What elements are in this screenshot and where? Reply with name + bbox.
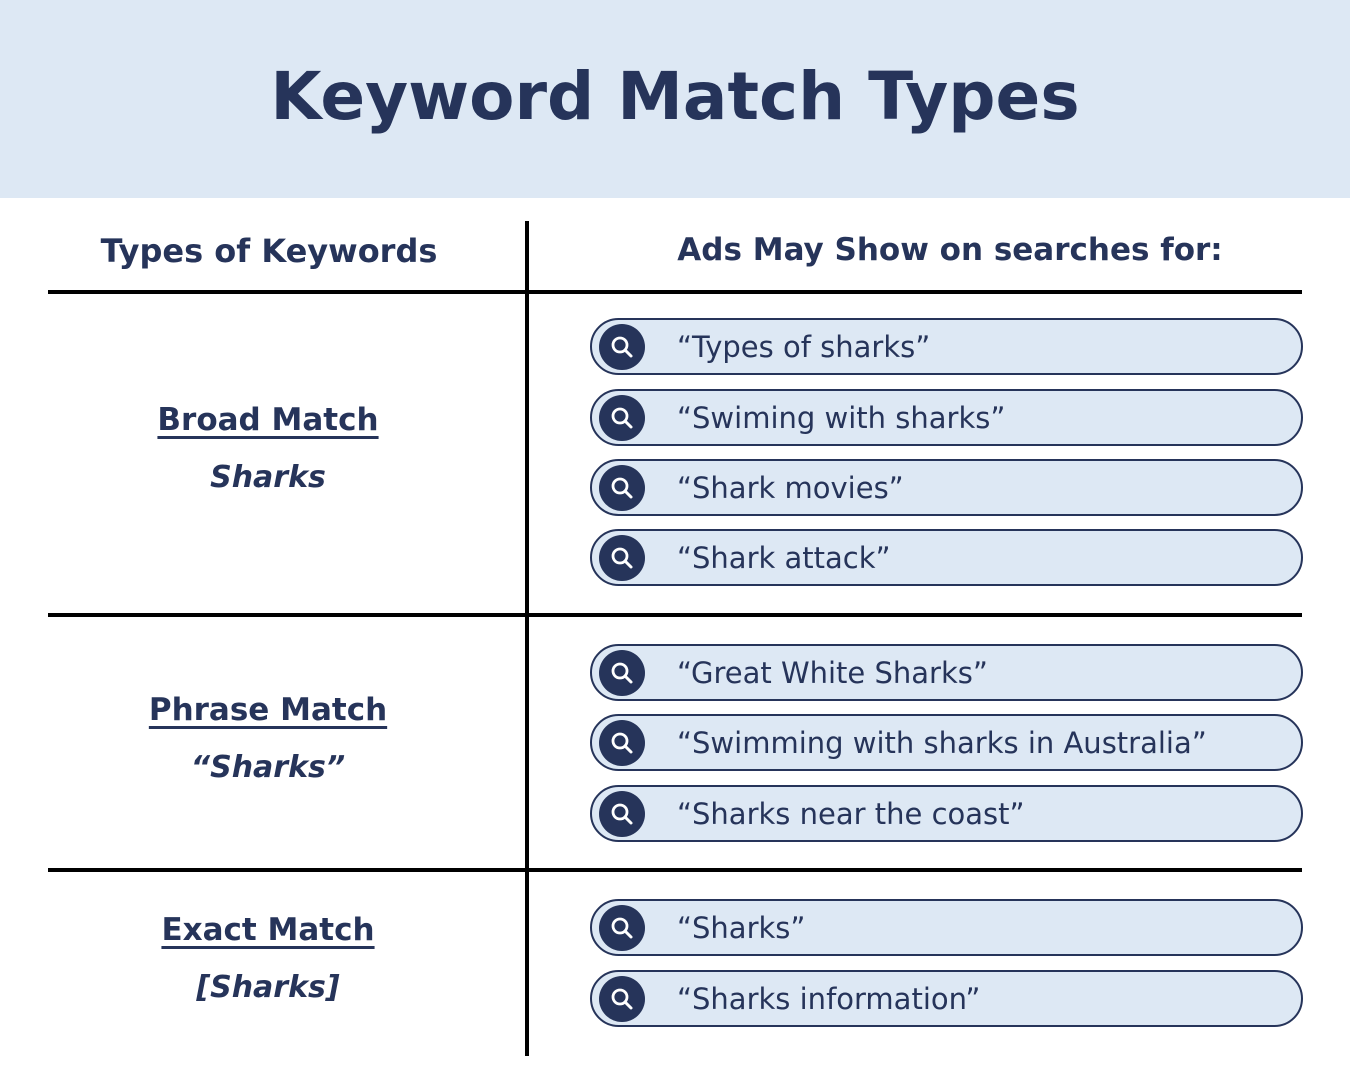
search-pill: “Types of sharks”	[590, 318, 1303, 375]
vertical-divider	[525, 221, 529, 1056]
column-header-keyword-types: Types of Keywords	[100, 232, 438, 270]
search-query: “Sharks near the coast”	[677, 796, 1025, 831]
search-query: “Swiming with sharks”	[677, 400, 1006, 435]
search-icon	[599, 975, 645, 1022]
row-divider	[48, 868, 1302, 872]
search-pill: “Shark movies”	[590, 459, 1303, 516]
keyword-type-title: Phrase Match	[148, 692, 388, 728]
search-pill: “Sharks”	[590, 899, 1303, 956]
search-query: “Swimming with sharks in Australia”	[677, 725, 1207, 760]
search-icon	[599, 790, 645, 837]
search-pill: “Great White Sharks”	[590, 644, 1303, 701]
search-icon	[599, 394, 645, 441]
column-header-searches: Ads May Show on searches for:	[677, 232, 1223, 268]
search-pill: “Shark attack”	[590, 529, 1303, 586]
keyword-example: “Sharks”	[190, 750, 346, 785]
search-icon	[599, 904, 645, 951]
search-query: “Sharks”	[677, 910, 806, 945]
search-query: “Great White Sharks”	[677, 655, 988, 690]
keyword-type-phrase: Phrase Match “Sharks”	[48, 692, 488, 785]
search-query: “Types of sharks”	[677, 329, 931, 364]
search-icon	[599, 464, 645, 511]
page-title: Keyword Match Types	[270, 57, 1080, 135]
keyword-type-broad: Broad Match Sharks	[48, 402, 488, 495]
search-icon	[599, 719, 645, 766]
search-icon	[599, 323, 645, 370]
row-divider	[48, 613, 1302, 617]
search-pill: “Swiming with sharks”	[590, 389, 1303, 446]
search-pill: “Sharks near the coast”	[590, 785, 1303, 842]
keyword-type-title: Broad Match	[157, 402, 379, 438]
search-pill: “Sharks information”	[590, 970, 1303, 1027]
keyword-example: Sharks	[210, 460, 326, 495]
search-query: “Shark attack”	[677, 540, 891, 575]
search-query: “Shark movies”	[677, 470, 904, 505]
search-icon	[599, 534, 645, 581]
header-divider	[48, 290, 1302, 294]
keyword-example: [Sharks]	[196, 970, 340, 1005]
title-banner: Keyword Match Types	[0, 0, 1350, 198]
keyword-type-exact: Exact Match [Sharks]	[48, 912, 488, 1005]
search-pill: “Swimming with sharks in Australia”	[590, 714, 1303, 771]
search-icon	[599, 649, 645, 696]
search-query: “Sharks information”	[677, 981, 981, 1016]
keyword-type-title: Exact Match	[161, 912, 375, 948]
